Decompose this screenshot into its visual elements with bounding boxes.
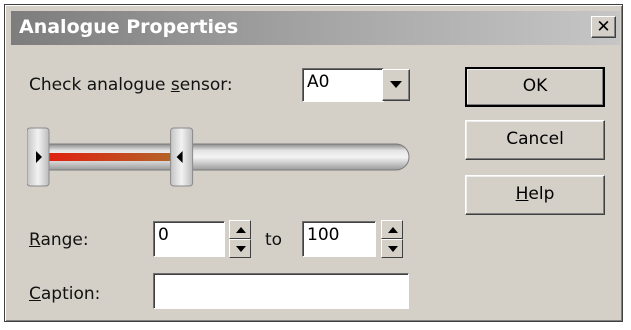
range-to-input[interactable]: 100 (302, 221, 376, 257)
caption-label: Caption: (29, 284, 100, 304)
sensor-dropdown-button[interactable] (382, 69, 410, 101)
range-from-up-button[interactable] (229, 220, 251, 239)
chevron-down-icon (236, 246, 246, 252)
caption-label-part: aption: (40, 284, 101, 304)
sensor-select[interactable]: A0 (302, 68, 384, 102)
range-to-down-button[interactable] (381, 239, 403, 258)
caption-input[interactable] (153, 273, 409, 309)
range-from-value: 0 (158, 225, 169, 245)
caption-label-accel: C (29, 284, 41, 304)
sensor-select-value: A0 (307, 72, 330, 92)
chevron-down-icon (390, 81, 402, 88)
ok-button[interactable]: OK (465, 67, 605, 107)
range-to-label: to (265, 230, 283, 250)
chevron-up-icon (236, 227, 246, 233)
sensor-label: Check analogue sensor: (29, 75, 233, 95)
range-label: Range: (29, 230, 89, 250)
chevron-up-icon (388, 227, 398, 233)
range-from-input[interactable]: 0 (153, 221, 225, 257)
close-icon: ✕ (596, 17, 611, 37)
help-button[interactable]: Help (465, 175, 605, 215)
title-bar[interactable]: Analogue Properties ✕ (11, 11, 620, 45)
sensor-label-part: Check analogue (29, 75, 171, 95)
slider-high-thumb[interactable] (170, 127, 194, 187)
dialog-title: Analogue Properties (19, 16, 239, 38)
slider-range-fill (49, 153, 182, 161)
help-label-part: elp (528, 184, 555, 204)
range-from-down-button[interactable] (229, 239, 251, 258)
range-label-accel: R (29, 230, 41, 250)
range-slider[interactable] (27, 122, 415, 192)
range-to-up-button[interactable] (381, 220, 403, 239)
sensor-label-part: ensor: (179, 75, 233, 95)
range-label-part: ange: (40, 230, 89, 250)
range-to-value: 100 (307, 225, 340, 245)
close-button[interactable]: ✕ (591, 16, 616, 38)
range-to-spinner[interactable] (381, 220, 403, 258)
slider-low-thumb[interactable] (27, 127, 50, 187)
analogue-properties-dialog: Analogue Properties ✕ Check analogue sen… (4, 4, 623, 322)
help-label-accel: H (515, 184, 529, 204)
chevron-down-icon (388, 246, 398, 252)
cancel-button[interactable]: Cancel (465, 120, 605, 160)
range-from-spinner[interactable] (229, 220, 251, 258)
sensor-label-accel: s (170, 75, 180, 95)
